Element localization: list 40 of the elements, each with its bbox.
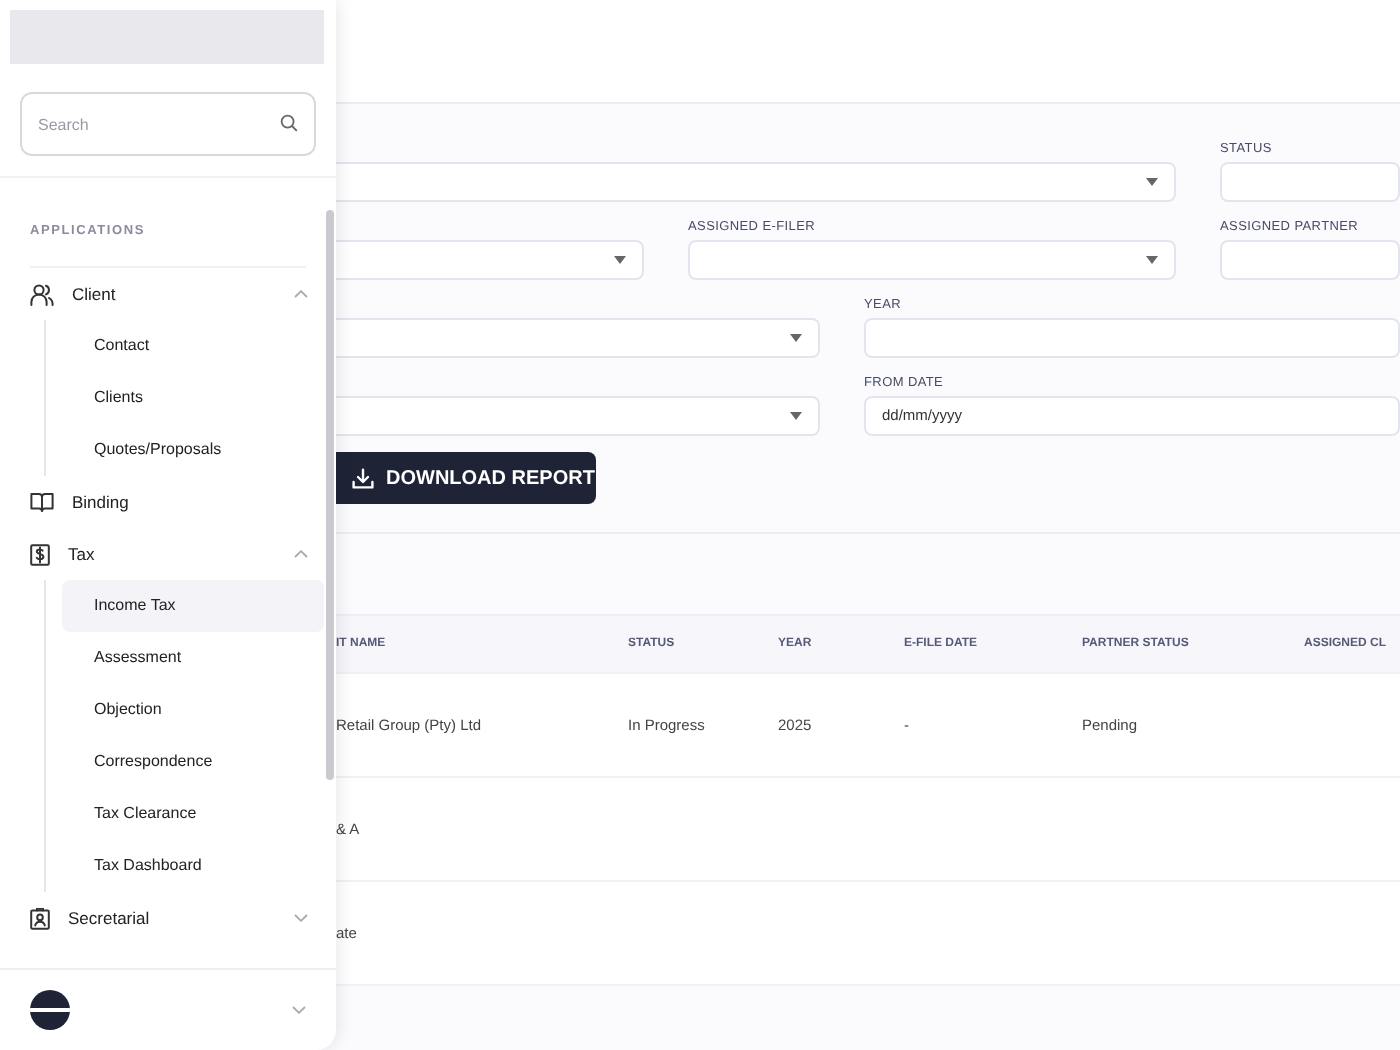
nav-subitem[interactable]: Assessment bbox=[62, 632, 324, 684]
chevron-up-icon[interactable] bbox=[294, 290, 308, 298]
scrollbar-thumb[interactable] bbox=[326, 210, 334, 780]
nav-subitem[interactable]: Quotes/Proposals bbox=[62, 424, 324, 476]
dropdown-field[interactable] bbox=[336, 240, 644, 280]
caret-icon bbox=[1146, 178, 1158, 186]
chevron-down-icon[interactable] bbox=[292, 1005, 306, 1013]
nav-subitem[interactable]: Tax Clearance bbox=[62, 788, 324, 840]
nav-subitem[interactable]: Contact bbox=[62, 320, 324, 372]
download-report-button[interactable]: DOWNLOAD REPORT bbox=[336, 452, 596, 504]
nav-subitem[interactable]: Correspondence bbox=[62, 736, 324, 788]
input-field[interactable] bbox=[864, 318, 1400, 358]
dropdown-field[interactable] bbox=[336, 162, 1176, 202]
download-icon bbox=[352, 467, 374, 489]
people-icon bbox=[30, 283, 54, 305]
search-icon bbox=[280, 114, 298, 132]
avatar-icon bbox=[30, 989, 70, 1029]
chevron-up-icon[interactable] bbox=[294, 550, 308, 558]
nav-item[interactable]: Client bbox=[0, 268, 336, 320]
search-field[interactable]: Search bbox=[20, 92, 316, 156]
chevron-down-icon[interactable] bbox=[294, 914, 308, 922]
dollar-icon bbox=[30, 543, 50, 565]
nav-subitem[interactable]: Objection bbox=[62, 684, 324, 736]
nav-item[interactable]: Tax bbox=[0, 528, 336, 580]
dropdown-field[interactable] bbox=[688, 240, 1176, 280]
caret-icon bbox=[614, 256, 626, 264]
book-icon bbox=[30, 492, 54, 512]
caret-icon bbox=[790, 334, 802, 342]
input-field[interactable] bbox=[1220, 162, 1400, 202]
dropdown-field[interactable] bbox=[336, 318, 820, 358]
caret-icon bbox=[790, 412, 802, 420]
dropdown-field[interactable] bbox=[336, 396, 820, 436]
caret-icon bbox=[1146, 256, 1158, 264]
nav-subitem[interactable]: Clients bbox=[62, 372, 324, 424]
nav-subitem[interactable]: Income Tax bbox=[62, 580, 324, 632]
nav-item[interactable]: Binding bbox=[0, 476, 336, 528]
id-badge-icon bbox=[30, 907, 50, 929]
nav-item[interactable]: Secretarial bbox=[0, 892, 336, 944]
input-field[interactable] bbox=[1220, 240, 1400, 280]
nav-subitem[interactable]: Tax Dashboard bbox=[62, 840, 324, 892]
